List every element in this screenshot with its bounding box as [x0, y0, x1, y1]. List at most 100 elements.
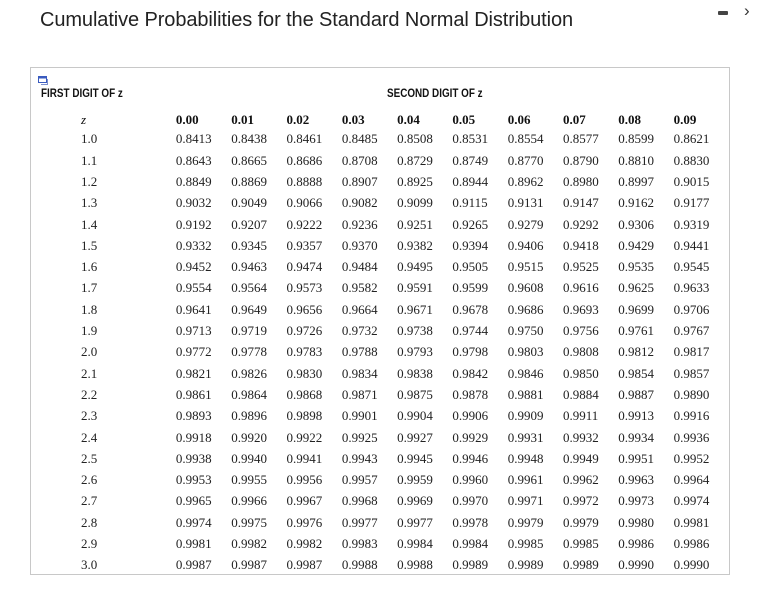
probability-cell: 0.9049 [231, 195, 267, 211]
probability-cell: 0.9671 [397, 301, 433, 317]
z-value-cell: 2.5 [81, 450, 98, 466]
table-row: 1.2 0.8849 0.8869 0.8888 0.8907 0.8925 0.8944 0… [31, 171, 729, 192]
probability-cell: 0.9972 [563, 493, 599, 509]
z-value-cell: 1.3 [81, 195, 98, 211]
probability-cell: 0.9987 [175, 557, 212, 573]
z-value-cell: 2.7 [81, 493, 98, 509]
chevron-right-icon[interactable]: › [744, 2, 750, 19]
probability-cell: 0.9982 [231, 535, 267, 551]
probability-cell: 0.9306 [618, 216, 655, 232]
probability-cell: 0.9965 [175, 493, 212, 509]
probability-cell: 0.9834 [341, 365, 378, 381]
probability-cell: 0.9608 [507, 280, 544, 296]
probability-cell: 0.9981 [175, 535, 212, 551]
probability-cell: 0.9868 [286, 386, 323, 402]
probability-cell: 0.9927 [397, 429, 433, 445]
z-value-cell: 1.5 [81, 237, 98, 253]
z-value-cell: 2.2 [81, 386, 98, 402]
probability-cell: 0.9778 [231, 344, 267, 360]
column-header: 0.01 [231, 112, 254, 127]
table-row: 2.2 0.9861 0.9864 0.9868 0.9871 0.9875 0.9878 0… [31, 384, 729, 405]
probability-cell: 0.9929 [452, 429, 489, 445]
probability-cell: 0.9904 [397, 408, 433, 424]
probability-cell: 0.9032 [175, 195, 212, 211]
z-value-cell: 2.0 [81, 344, 98, 360]
probability-cell: 0.9082 [341, 195, 378, 211]
probability-cell: 0.9922 [286, 429, 323, 445]
probability-cell: 0.9099 [397, 195, 433, 211]
probability-cell: 0.9616 [563, 280, 599, 296]
probability-cell: 0.8485 [341, 131, 378, 146]
probability-cell: 0.9846 [507, 365, 544, 381]
probability-cell: 0.9875 [397, 386, 433, 402]
column-header: 0.05 [452, 112, 476, 127]
probability-cell: 0.9582 [341, 280, 378, 296]
probability-cell: 0.9772 [175, 344, 212, 360]
probability-cell: 0.9963 [618, 472, 655, 488]
probability-cell: 0.9945 [397, 450, 433, 466]
first-digit-label: FIRST DIGIT OF z [41, 88, 123, 100]
table-row: 1.4 0.9192 0.9207 0.9222 0.9236 0.9251 0.9265 0… [31, 214, 729, 235]
probability-cell: 0.9441 [673, 237, 710, 253]
probability-cell: 0.9830 [286, 365, 323, 381]
probability-cell: 0.9641 [175, 301, 212, 317]
probability-cell: 0.9798 [452, 344, 489, 360]
probability-cell: 0.8810 [618, 152, 655, 168]
probability-cell: 0.8508 [397, 131, 433, 146]
probability-cell: 0.9699 [618, 301, 655, 317]
z-table-panel: FIRST DIGIT OF z SECOND DIGIT OF z z 0.0… [30, 67, 730, 575]
probability-cell: 0.8413 [175, 131, 212, 146]
probability-cell: 0.9975 [231, 514, 267, 530]
table-row: 1.1 0.8643 0.8665 0.8686 0.8708 0.8729 0.8749 0… [31, 150, 729, 171]
expand-window-icon[interactable] [38, 76, 49, 85]
probability-cell: 0.9987 [286, 557, 323, 573]
probability-cell: 0.9803 [507, 344, 544, 360]
z-value-cell: 1.2 [81, 173, 98, 189]
probability-cell: 0.8643 [175, 152, 212, 168]
table-row: 3.0 0.9987 0.9987 0.9987 0.9988 0.9988 0.9989 0… [31, 555, 729, 576]
probability-cell: 0.9890 [673, 386, 710, 402]
probability-cell: 0.9987 [231, 557, 267, 573]
probability-cell: 0.8790 [563, 152, 599, 168]
probability-cell: 0.9382 [397, 237, 433, 253]
probability-cell: 0.9966 [231, 493, 267, 509]
probability-cell: 0.9925 [341, 429, 378, 445]
probability-cell: 0.9162 [618, 195, 655, 211]
probability-cell: 0.9429 [618, 237, 655, 253]
second-digit-label: SECOND DIGIT OF z [387, 88, 483, 100]
table-row: 2.1 0.9821 0.9826 0.9830 0.9834 0.9838 0.9842 0… [31, 363, 729, 384]
probability-cell: 0.9756 [563, 323, 599, 339]
probability-cell: 0.9988 [397, 557, 433, 573]
table-row: 2.6 0.9953 0.9955 0.9956 0.9957 0.9959 0.9960 0… [31, 469, 729, 490]
z-value-cell: 2.4 [81, 429, 98, 445]
probability-cell: 0.9984 [452, 535, 489, 551]
probability-cell: 0.9357 [286, 237, 323, 253]
table-row: 1.7 0.9554 0.9564 0.9573 0.9582 0.9591 0.9599 0… [31, 278, 729, 299]
probability-cell: 0.9971 [507, 493, 544, 509]
z-value-cell: 2.9 [81, 535, 98, 551]
probability-cell: 0.9706 [673, 301, 710, 317]
probability-cell: 0.9920 [231, 429, 267, 445]
probability-cell: 0.8729 [397, 152, 433, 168]
probability-cell: 0.9982 [286, 535, 323, 551]
probability-cell: 0.9974 [673, 493, 710, 509]
probability-cell: 0.8962 [507, 173, 544, 189]
table-row: 2.0 0.9772 0.9778 0.9783 0.9788 0.9793 0.9798 0… [31, 342, 729, 363]
column-header: 0.07 [563, 112, 586, 127]
probability-cell: 0.9948 [507, 450, 544, 466]
column-header: 0.00 [175, 112, 199, 127]
probability-cell: 0.8665 [231, 152, 267, 168]
z-value-cell: 2.1 [81, 365, 98, 381]
probability-cell: 0.9564 [231, 280, 267, 296]
probability-cell: 0.9015 [673, 173, 710, 189]
z-column-header: z [81, 112, 87, 127]
probability-cell: 0.8708 [341, 152, 378, 168]
z-value-cell: 1.4 [81, 216, 98, 232]
probability-cell: 0.9505 [452, 259, 489, 275]
probability-cell: 0.9960 [452, 472, 489, 488]
minimize-icon[interactable] [718, 11, 728, 15]
probability-cell: 0.9788 [341, 344, 378, 360]
probability-cell: 0.8830 [673, 152, 710, 168]
probability-cell: 0.9986 [673, 535, 710, 551]
probability-cell: 0.9884 [563, 386, 599, 402]
